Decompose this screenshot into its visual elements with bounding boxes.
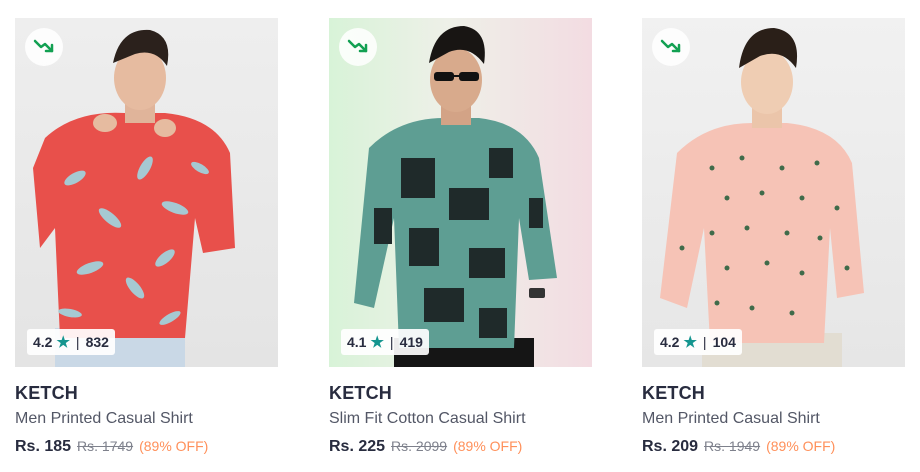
model-illustration: [33, 29, 235, 367]
trending-down-icon: [339, 28, 377, 66]
product-card[interactable]: 4.2 ★ | 104 KETCH Men Printed Casual Shi…: [642, 18, 905, 456]
product-image[interactable]: 4.2 ★ | 832: [15, 18, 278, 367]
product-price: Rs. 185: [15, 438, 72, 455]
rating-separator: |: [389, 334, 394, 350]
model-illustration: [660, 28, 864, 367]
rating-count: 104: [712, 334, 736, 350]
product-mrp: Rs. 2099: [391, 438, 448, 454]
product-card[interactable]: 4.1 ★ | 419 KETCH Slim Fit Cotton Casual…: [329, 18, 592, 456]
rating-separator: |: [75, 334, 80, 350]
product-title[interactable]: Men Printed Casual Shirt: [642, 410, 905, 428]
rating-badge: 4.2 ★ | 104: [654, 329, 742, 355]
product-discount: (89% OFF): [139, 438, 209, 454]
price-row: Rs. 225 Rs. 2099 (89% OFF): [329, 438, 592, 456]
trending-down-icon: [25, 28, 63, 66]
rating-separator: |: [702, 334, 707, 350]
rating-value: 4.2: [33, 334, 53, 350]
star-icon: ★: [56, 333, 70, 351]
star-icon: ★: [683, 333, 697, 351]
rating-value: 4.1: [347, 334, 367, 350]
rating-count: 832: [85, 334, 109, 350]
product-title[interactable]: Slim Fit Cotton Casual Shirt: [329, 410, 592, 428]
product-image[interactable]: 4.1 ★ | 419: [329, 18, 592, 367]
model-illustration: [354, 26, 557, 367]
product-brand[interactable]: KETCH: [329, 383, 592, 404]
trending-down-icon: [652, 28, 690, 66]
product-brand[interactable]: KETCH: [642, 383, 905, 404]
rating-count: 419: [399, 334, 423, 350]
product-price: Rs. 209: [642, 438, 699, 455]
product-mrp: Rs. 1749: [77, 438, 134, 454]
product-card[interactable]: 4.2 ★ | 832 KETCH Men Printed Casual Shi…: [15, 18, 278, 456]
rating-badge: 4.2 ★ | 832: [27, 329, 115, 355]
product-discount: (89% OFF): [453, 438, 523, 454]
product-price: Rs. 225: [329, 438, 386, 455]
product-mrp: Rs. 1949: [704, 438, 761, 454]
rating-value: 4.2: [660, 334, 680, 350]
price-row: Rs. 209 Rs. 1949 (89% OFF): [642, 438, 905, 456]
product-discount: (89% OFF): [766, 438, 836, 454]
rating-badge: 4.1 ★ | 419: [341, 329, 429, 355]
price-row: Rs. 185 Rs. 1749 (89% OFF): [15, 438, 278, 456]
product-title[interactable]: Men Printed Casual Shirt: [15, 410, 278, 428]
star-icon: ★: [370, 333, 384, 351]
product-brand[interactable]: KETCH: [15, 383, 278, 404]
product-image[interactable]: 4.2 ★ | 104: [642, 18, 905, 367]
